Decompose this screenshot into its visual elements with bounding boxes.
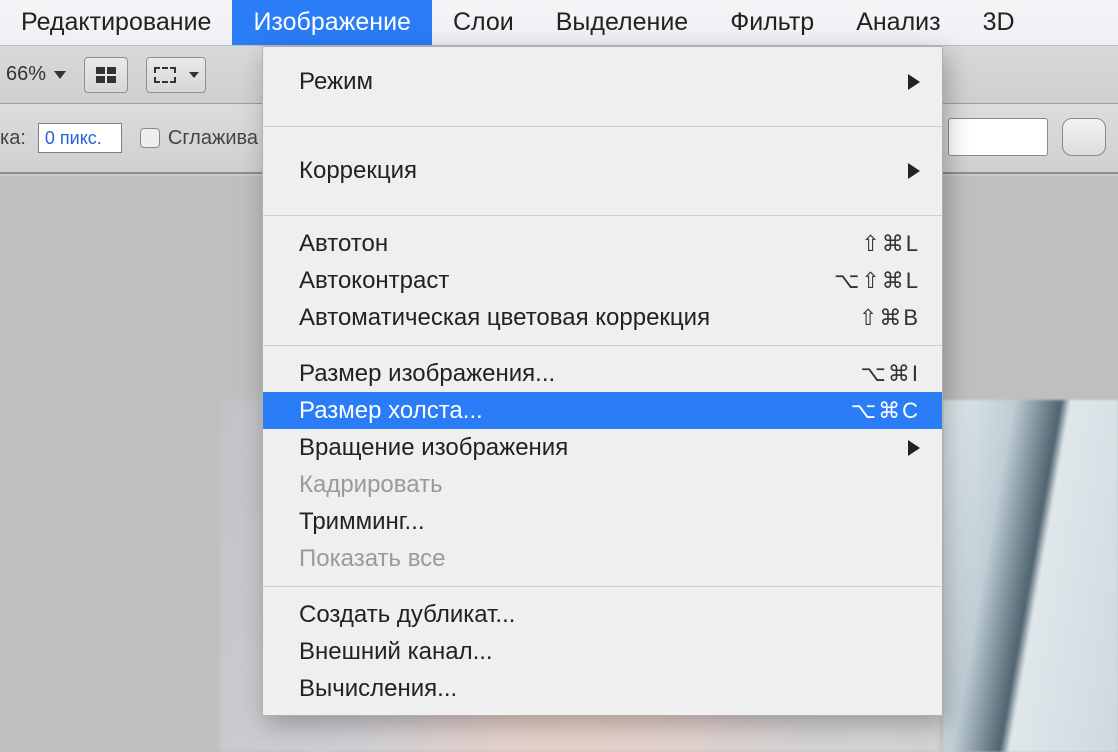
document-canvas-right[interactable] [943, 400, 1118, 752]
screen-mode-button[interactable] [84, 57, 128, 93]
menu-label: Изображение [253, 8, 410, 37]
zoom-dropdown[interactable]: 66% [6, 63, 66, 86]
menu-label: Слои [453, 8, 514, 37]
menu-analysis[interactable]: Анализ [835, 0, 961, 45]
feather-label-partial: ка: [0, 127, 26, 150]
menuitem-trim[interactable]: Тримминг... [263, 503, 942, 540]
menu-image[interactable]: Изображение [232, 0, 431, 45]
zoom-value: 66% [6, 63, 46, 86]
menuitem-image-rotation[interactable]: Вращение изображения [263, 429, 942, 466]
menu-3d[interactable]: 3D [962, 0, 1036, 45]
menuitem-image-size[interactable]: Размер изображения... ⌥⌘I [263, 355, 942, 392]
feather-input[interactable]: 0 пикс. [38, 123, 122, 153]
menuitem-reveal-all: Показать все [263, 540, 942, 577]
menuitem-shortcut: ⌥⇧⌘L [834, 268, 920, 294]
menuitem-label: Автоконтраст [299, 267, 834, 295]
menu-edit[interactable]: Редактирование [0, 0, 232, 45]
menuitem-label: Вращение изображения [299, 434, 908, 462]
arrange-icon [154, 67, 176, 83]
menuitem-crop: Кадрировать [263, 466, 942, 503]
refine-edge-button[interactable] [1062, 118, 1106, 156]
menuitem-label: Показать все [299, 545, 920, 573]
menuitem-apply-image[interactable]: Внешний канал... [263, 633, 942, 670]
separator [263, 586, 942, 587]
arrange-documents-button[interactable] [146, 57, 206, 93]
menuitem-canvas-size[interactable]: Размер холста... ⌥⌘C [263, 392, 942, 429]
separator [263, 126, 942, 127]
submenu-arrow-icon [908, 163, 920, 179]
menuitem-label: Вычисления... [299, 675, 920, 703]
antialias-checkbox[interactable] [140, 128, 160, 148]
menu-label: Выделение [556, 8, 688, 37]
menu-label: Фильтр [730, 8, 814, 37]
menuitem-autotone[interactable]: Автотон ⇧⌘L [263, 225, 942, 262]
image-menu-dropdown: Режим Коррекция Автотон ⇧⌘L Автоконтраст… [262, 46, 943, 716]
menuitem-shortcut: ⌥⌘I [861, 361, 920, 387]
menuitem-label: Размер изображения... [299, 360, 861, 388]
menuitem-label: Автотон [299, 230, 861, 258]
menuitem-label: Внешний канал... [299, 638, 920, 666]
submenu-arrow-icon [908, 74, 920, 90]
menuitem-mode[interactable]: Режим [263, 47, 942, 117]
menuitem-calculations[interactable]: Вычисления... [263, 670, 942, 707]
menuitem-label: Тримминг... [299, 508, 920, 536]
caret-down-icon [189, 72, 199, 78]
menu-label: Редактирование [21, 8, 211, 37]
feather-value: 0 пикс. [45, 128, 102, 149]
separator [263, 215, 942, 216]
menuitem-shortcut: ⌥⌘C [851, 398, 920, 424]
menuitem-autocolor[interactable]: Автоматическая цветовая коррекция ⇧⌘B [263, 299, 942, 336]
menuitem-label: Автоматическая цветовая коррекция [299, 304, 859, 332]
style-dropdown[interactable] [948, 118, 1048, 156]
antialias-label-partial: Сглажива [168, 127, 258, 150]
menuitem-label: Кадрировать [299, 471, 920, 499]
menuitem-adjustments[interactable]: Коррекция [263, 136, 942, 206]
separator [263, 345, 942, 346]
screen-mode-icon [96, 67, 116, 83]
submenu-arrow-icon [908, 440, 920, 456]
menu-select[interactable]: Выделение [535, 0, 709, 45]
menu-filter[interactable]: Фильтр [709, 0, 835, 45]
menuitem-label: Коррекция [299, 157, 908, 185]
menuitem-duplicate[interactable]: Создать дубликат... [263, 596, 942, 633]
menubar: Редактирование Изображение Слои Выделени… [0, 0, 1118, 46]
menuitem-label: Размер холста... [299, 397, 851, 425]
menuitem-label: Создать дубликат... [299, 601, 920, 629]
menu-label: 3D [983, 8, 1015, 37]
menuitem-shortcut: ⇧⌘B [859, 305, 920, 331]
menu-label: Анализ [856, 8, 940, 37]
menuitem-autocontrast[interactable]: Автоконтраст ⌥⇧⌘L [263, 262, 942, 299]
menuitem-label: Режим [299, 68, 908, 96]
menu-layers[interactable]: Слои [432, 0, 535, 45]
caret-down-icon [54, 71, 66, 79]
menuitem-shortcut: ⇧⌘L [861, 231, 920, 257]
